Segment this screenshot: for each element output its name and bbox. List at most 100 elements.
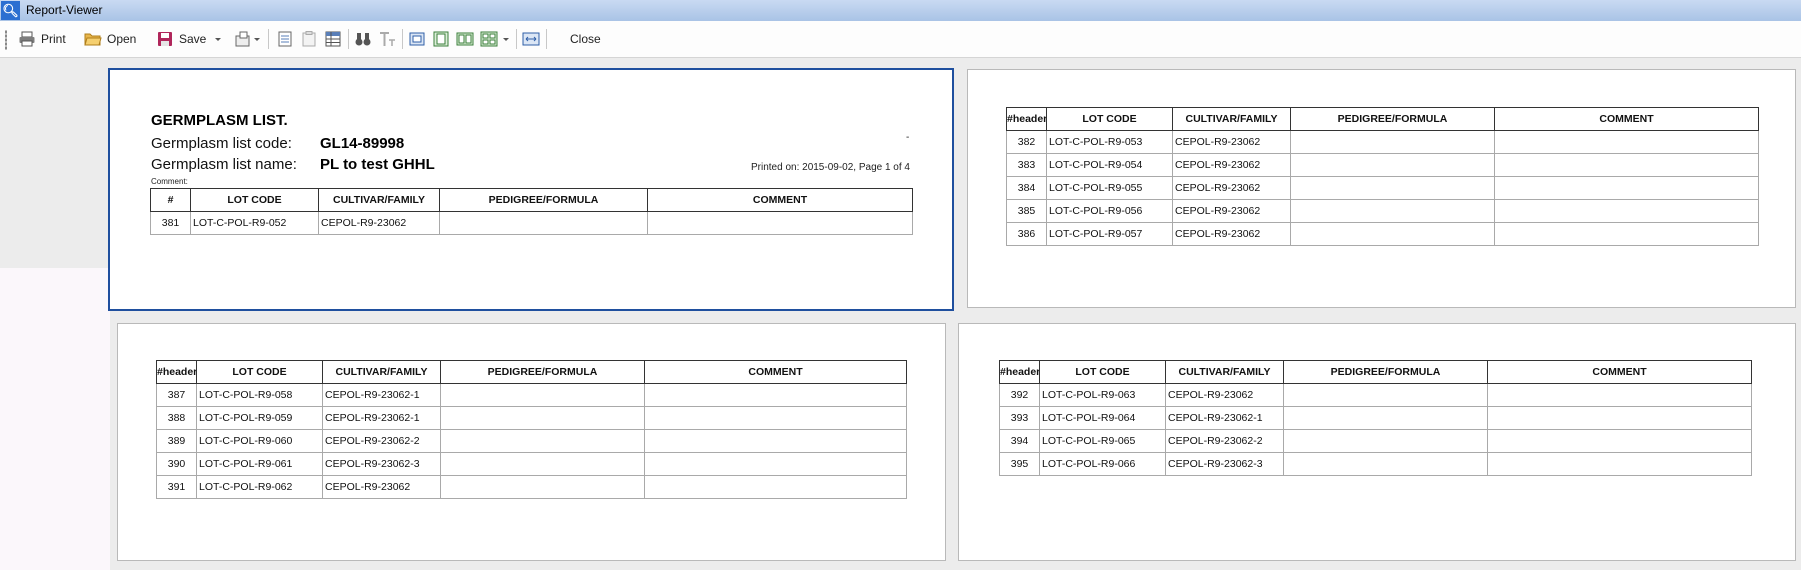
page-setup-button[interactable] — [276, 28, 294, 50]
lot-code-cell: LOT-C-POL-R9-054 — [1046, 153, 1173, 177]
column-header: COMMENT — [644, 360, 907, 384]
multiple-pages-button[interactable] — [480, 28, 498, 50]
cultivar-cell: CEPOL-R9-23062 — [1172, 130, 1291, 154]
single-page-button[interactable] — [408, 28, 426, 50]
find-button[interactable] — [354, 28, 372, 50]
toolbar-separator — [348, 29, 349, 49]
continuous-page-button[interactable] — [432, 28, 450, 50]
report-preview-area[interactable]: GERMPLASM LIST. Germplasm list code: GL1… — [0, 58, 1801, 570]
comment-cell — [1494, 222, 1759, 246]
column-header: LOT CODE — [196, 360, 323, 384]
pedigree-cell — [1290, 176, 1495, 200]
column-header: #header — [1006, 107, 1047, 131]
table-view-button[interactable] — [324, 28, 342, 50]
list-code-label: Germplasm list code: — [151, 135, 292, 152]
fit-width-icon — [522, 32, 540, 46]
column-header: LOT CODE — [1039, 360, 1166, 384]
preview-margin — [0, 268, 110, 570]
column-header: PEDIGREE/FORMULA — [1283, 360, 1488, 384]
report-page-1[interactable]: GERMPLASM LIST. Germplasm list code: GL1… — [108, 68, 954, 311]
pedigree-cell — [440, 383, 645, 407]
germplasm-table: # LOT CODE CULTIVAR/FAMILY PEDIGREE/FORM… — [150, 188, 913, 235]
row-number: 383 — [1006, 153, 1047, 177]
table-row: 388 LOT-C-POL-R9-059 CEPOL-R9-23062-1 — [156, 406, 907, 430]
cultivar-cell: CEPOL-R9-23062-3 — [1165, 452, 1284, 476]
text-size-icon — [380, 32, 395, 46]
column-header: #header — [156, 360, 197, 384]
save-dropdown-arrow[interactable] — [215, 38, 221, 41]
pedigree-cell — [440, 406, 645, 430]
clipboard-icon — [302, 31, 316, 47]
print-button[interactable]: Print — [18, 28, 66, 50]
toolbar-grip[interactable] — [5, 30, 7, 50]
multiple-pages-dropdown-arrow[interactable] — [503, 38, 509, 41]
cultivar-cell: CEPOL-R9-23062 — [1172, 199, 1291, 223]
printed-on: Printed on: 2015-09-02, Page 1 of 4 — [750, 162, 910, 173]
germplasm-table: #header LOT CODE CULTIVAR/FAMILY PEDIGRE… — [999, 360, 1752, 476]
row-number: 388 — [156, 406, 197, 430]
table-icon — [325, 31, 341, 47]
two-pages-button[interactable] — [456, 28, 474, 50]
row-number: 386 — [1006, 222, 1047, 246]
close-button[interactable]: Close — [570, 28, 601, 50]
column-header: COMMENT — [647, 188, 913, 212]
pedigree-cell — [440, 452, 645, 476]
comment-cell — [1494, 153, 1759, 177]
page-width-button[interactable] — [522, 28, 540, 50]
pedigree-cell — [1290, 130, 1495, 154]
cultivar-cell: CEPOL-R9-23062-2 — [322, 429, 441, 453]
cultivar-cell: CEPOL-R9-23062 — [1165, 383, 1284, 407]
open-button[interactable]: Open — [84, 28, 136, 50]
row-number: 389 — [156, 429, 197, 453]
row-number: 384 — [1006, 176, 1047, 200]
export-button[interactable] — [234, 28, 252, 50]
lot-code-cell: LOT-C-POL-R9-060 — [196, 429, 323, 453]
toolbar-separator — [402, 29, 403, 49]
table-row: 382 LOT-C-POL-R9-053 CEPOL-R9-23062 — [1006, 130, 1759, 154]
column-header: PEDIGREE/FORMULA — [439, 188, 648, 212]
column-header: COMMENT — [1487, 360, 1752, 384]
lot-code-cell: LOT-C-POL-R9-063 — [1039, 383, 1166, 407]
cultivar-cell: CEPOL-R9-23062-1 — [322, 383, 441, 407]
report-page-2[interactable]: #header LOT CODE CULTIVAR/FAMILY PEDIGRE… — [967, 69, 1796, 308]
germplasm-table: #header LOT CODE CULTIVAR/FAMILY PEDIGRE… — [1006, 107, 1759, 246]
search-app-icon: 🔍︎ — [1, 1, 20, 20]
folder-open-icon — [84, 33, 102, 46]
row-number: 392 — [999, 383, 1040, 407]
paste-button[interactable] — [300, 28, 318, 50]
pedigree-cell — [440, 429, 645, 453]
row-number: 385 — [1006, 199, 1047, 223]
table-row: 391 LOT-C-POL-R9-062 CEPOL-R9-23062 — [156, 475, 907, 499]
header-dash: - — [906, 132, 910, 143]
comment-cell — [644, 452, 907, 476]
lot-code-cell: LOT-C-POL-R9-061 — [196, 452, 323, 476]
report-page-3[interactable]: #header LOT CODE CULTIVAR/FAMILY PEDIGRE… — [117, 323, 946, 561]
row-number: 387 — [156, 383, 197, 407]
cultivar-cell: CEPOL-R9-23062 — [1172, 222, 1291, 246]
report-page-4[interactable]: #header LOT CODE CULTIVAR/FAMILY PEDIGRE… — [958, 323, 1796, 561]
column-header: PEDIGREE/FORMULA — [440, 360, 645, 384]
pedigree-cell — [440, 475, 645, 499]
cultivar-cell: CEPOL-R9-23062 — [1172, 153, 1291, 177]
lot-code-cell: LOT-C-POL-R9-052 — [190, 211, 319, 235]
lot-code-cell: LOT-C-POL-R9-057 — [1046, 222, 1173, 246]
comment-cell — [644, 429, 907, 453]
open-label: Open — [107, 32, 137, 46]
comment-cell — [1494, 130, 1759, 154]
table-row: 387 LOT-C-POL-R9-058 CEPOL-R9-23062-1 — [156, 383, 907, 407]
comment-cell — [1487, 406, 1752, 430]
lot-code-cell: LOT-C-POL-R9-064 — [1039, 406, 1166, 430]
text-format-button[interactable] — [378, 28, 396, 50]
pedigree-cell — [1283, 383, 1488, 407]
lot-code-cell: LOT-C-POL-R9-053 — [1046, 130, 1173, 154]
column-header: # — [150, 188, 191, 212]
table-row: 393 LOT-C-POL-R9-064 CEPOL-R9-23062-1 — [999, 406, 1752, 430]
comment-cell — [1487, 429, 1752, 453]
export-dropdown-arrow[interactable] — [254, 38, 260, 41]
cultivar-cell: CEPOL-R9-23062 — [322, 475, 441, 499]
comment-cell — [644, 383, 907, 407]
row-number: 391 — [156, 475, 197, 499]
page-layout-icon — [278, 31, 292, 47]
save-button[interactable]: Save — [156, 28, 206, 50]
toolbar-separator — [516, 29, 517, 49]
